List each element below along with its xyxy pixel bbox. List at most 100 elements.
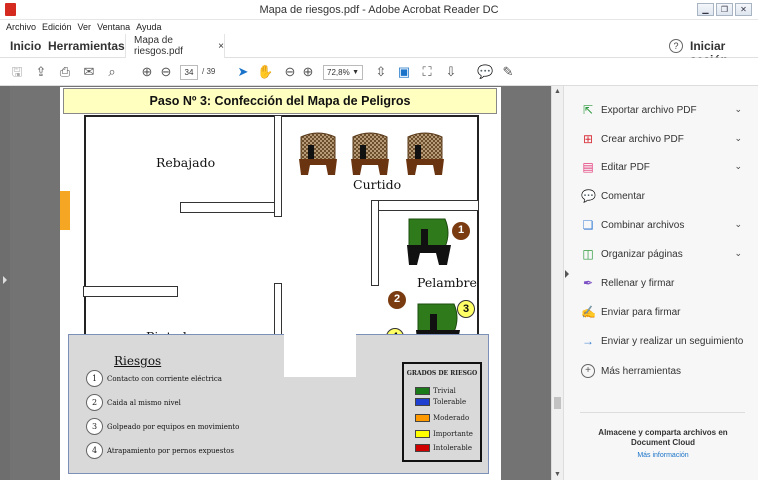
risk-marker-1: 1 (452, 222, 470, 240)
more-info-link[interactable]: Más información (578, 452, 748, 459)
risk-text: Atrapamiento por pernos expuestos (107, 446, 234, 455)
risk-number: 3 (86, 418, 103, 435)
search-icon[interactable]: ⌕ (104, 64, 120, 80)
menu-archivo[interactable]: Archivo (6, 22, 36, 32)
tool-label: Rellenar y firmar (601, 277, 675, 289)
tanning-bench-icon (299, 132, 337, 175)
chevron-down-icon[interactable]: ⌄ (734, 133, 742, 144)
grade-swatch (415, 414, 430, 422)
fit-page-icon[interactable]: ⇳ (373, 64, 389, 80)
scroll-thumb[interactable] (554, 397, 561, 409)
vertical-scrollbar[interactable]: ▲ ▼ (551, 86, 563, 480)
tool-label: Comentar (601, 190, 645, 202)
grade-label: Importante (433, 430, 473, 438)
zoom-in-icon[interactable]: ⊕ (300, 64, 316, 80)
risk-grade: Intolerable (415, 444, 472, 452)
grade-swatch (415, 444, 430, 452)
tab-close-icon[interactable]: × (218, 41, 224, 52)
room-label-rebajado: Rebajado (156, 155, 216, 170)
tool-label: Editar PDF (601, 161, 650, 173)
grade-swatch (415, 387, 430, 395)
page-number-input[interactable]: 34 (180, 65, 198, 80)
combine-icon: ❏ (582, 218, 594, 232)
fit-width-icon[interactable]: ▣ (396, 64, 412, 80)
tool-edit-pdf[interactable]: ▤ Editar PDF ⌄ (581, 158, 746, 176)
tools-pane-toggle-icon[interactable] (565, 270, 569, 278)
page-side-mark (60, 191, 70, 230)
menu-edicion[interactable]: Edición (42, 22, 72, 32)
left-pane-toggle[interactable] (0, 86, 10, 480)
fullscreen-icon[interactable]: ⛶ (419, 64, 435, 80)
acrobat-window: Mapa de riesgos.pdf - Adobe Acrobat Read… (0, 0, 758, 480)
tool-send-sign[interactable]: ✍ Enviar para firmar (581, 303, 746, 321)
minimize-icon[interactable]: ▁ (697, 3, 714, 16)
prev-page-icon[interactable]: ⊕ (139, 64, 155, 80)
help-icon[interactable]: ? (669, 39, 683, 53)
window-title: Mapa de riesgos.pdf - Adobe Acrobat Read… (259, 4, 499, 16)
create-pdf-icon: ⊞ (582, 132, 594, 146)
hand-tool-icon[interactable]: ✋ (257, 64, 273, 80)
comment-tool-icon[interactable]: 💬 (477, 64, 493, 80)
scroll-mode-icon[interactable]: ⇩ (443, 64, 459, 80)
riesgos-title: Riesgos (114, 354, 162, 368)
tanning-bench-icon (406, 132, 444, 175)
tool-combine[interactable]: ❏ Combinar archivos ⌄ (581, 216, 746, 234)
grade-label: Tolerable (433, 398, 467, 406)
grade-swatch (415, 398, 430, 406)
select-tool-icon[interactable]: ➤ (236, 64, 250, 80)
more-tools-icon: + (581, 364, 595, 378)
tab-inicio[interactable]: Inicio (10, 39, 41, 53)
risk-item: 4 Atrapamiento por pernos expuestos (86, 442, 234, 459)
menu-ayuda[interactable]: Ayuda (136, 22, 161, 32)
chevron-down-icon[interactable]: ⌄ (734, 219, 742, 230)
grade-label: Moderado (433, 414, 470, 422)
wall-pintado (83, 286, 178, 297)
chevron-down-icon[interactable]: ⌄ (734, 248, 742, 259)
tool-comment[interactable]: 💬 Comentar (581, 187, 746, 205)
wall-pelambre (371, 200, 379, 286)
close-window-icon[interactable]: ✕ (735, 3, 752, 16)
tool-send-track[interactable]: → Enviar y realizar un seguimiento (581, 332, 746, 350)
print-icon[interactable]: ⎙ (57, 64, 73, 80)
tool-label: Organizar páginas (601, 248, 683, 260)
menu-ventana[interactable]: Ventana (97, 22, 130, 32)
restore-icon[interactable]: ❐ (716, 3, 733, 16)
tool-label: Exportar archivo PDF (601, 104, 697, 116)
tool-label: Combinar archivos (601, 219, 685, 231)
edit-pdf-icon: ▤ (582, 160, 594, 174)
tool-export-pdf[interactable]: ⇱ Exportar archivo PDF ⌄ (581, 101, 746, 119)
risk-grades-legend: GRADOS DE RIESGO Trivial Tolerable Moder… (402, 362, 482, 462)
chevron-down-icon[interactable]: ⌄ (734, 161, 742, 172)
next-page-icon[interactable]: ⊖ (158, 64, 174, 80)
risk-marker-2: 2 (388, 291, 406, 309)
sign-pen-icon[interactable]: ✎ (500, 64, 516, 80)
zoom-select[interactable]: 72,8% ▼ (323, 65, 363, 80)
scroll-down-icon[interactable]: ▼ (554, 471, 561, 478)
tool-label: Más herramientas (601, 365, 682, 377)
tab-document[interactable]: Mapa de riesgos.pdf × (125, 34, 225, 58)
wall-rebajado (180, 202, 276, 213)
tool-label: Enviar y realizar un seguimiento (601, 335, 744, 347)
chevron-down-icon[interactable]: ⌄ (734, 104, 742, 115)
upload-cloud-icon[interactable]: ⇪ (33, 64, 49, 80)
export-pdf-icon: ⇱ (582, 103, 594, 117)
tool-more[interactable]: + Más herramientas (581, 362, 746, 380)
title-bar: Mapa de riesgos.pdf - Adobe Acrobat Read… (0, 0, 758, 20)
email-icon[interactable]: ✉ (81, 64, 97, 80)
tool-create-pdf[interactable]: ⊞ Crear archivo PDF ⌄ (581, 130, 746, 148)
fill-sign-icon: ✒ (582, 276, 594, 290)
scroll-up-icon[interactable]: ▲ (554, 88, 561, 95)
zoom-out-icon[interactable]: ⊖ (282, 64, 298, 80)
tab-document-label: Mapa de riesgos.pdf (134, 35, 183, 57)
tool-fill-sign[interactable]: ✒ Rellenar y firmar (581, 274, 746, 292)
menu-ver[interactable]: Ver (78, 22, 92, 32)
menu-bar: Archivo Edición Ver Ventana Ayuda (0, 20, 161, 34)
risk-grade: Moderado (415, 414, 469, 422)
tab-herramientas[interactable]: Herramientas (48, 39, 125, 53)
save-icon[interactable]: 🖫 (10, 64, 24, 80)
tool-organize[interactable]: ◫ Organizar páginas ⌄ (581, 245, 746, 263)
chevron-right-icon (3, 276, 7, 284)
send-track-icon: → (582, 334, 594, 348)
risk-item: 1 Contacto con corriente eléctrica (86, 370, 222, 387)
page-total: / 39 (202, 67, 216, 76)
